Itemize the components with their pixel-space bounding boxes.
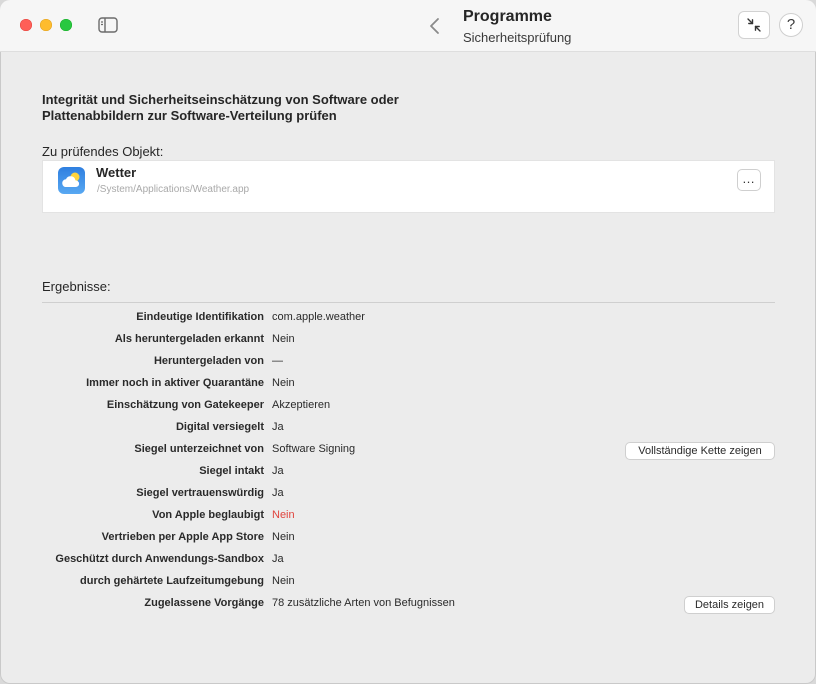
help-button[interactable]: ? xyxy=(779,13,803,37)
result-label: Siegel vertrauenswürdig xyxy=(136,487,264,499)
object-label: Zu prüfendes Objekt: xyxy=(42,144,164,159)
result-value: Nein xyxy=(272,333,295,345)
result-row: Heruntergeladen von — xyxy=(0,351,816,373)
result-row: Eindeutige Identifikation com.apple.weath… xyxy=(0,307,816,329)
result-label: Digital versiegelt xyxy=(175,421,264,433)
window-title: Programme xyxy=(463,8,552,25)
window-subtitle: Sicherheitsprüfung xyxy=(463,30,572,45)
result-label: durch gehärtete Laufzeitumgebung xyxy=(80,575,264,587)
result-label: Von Apple beglaubigt xyxy=(152,509,264,521)
result-row: durch gehärtete Laufzeitumgebung Nein xyxy=(0,571,816,593)
result-value: com.apple.weather xyxy=(272,311,365,323)
zoom-window-button[interactable] xyxy=(60,19,72,31)
result-label: Siegel unterzeichnet von xyxy=(134,443,264,455)
result-value: Ja xyxy=(272,465,284,477)
result-value: Nein xyxy=(272,575,295,587)
result-label: Vertrieben per Apple App Store xyxy=(101,531,264,543)
collapse-button[interactable] xyxy=(738,11,770,39)
result-value: Nein xyxy=(272,377,295,389)
result-label: Einschätzung von Gatekeeper xyxy=(106,399,264,411)
show-full-chain-button[interactable]: Vollständige Kette zeigen xyxy=(625,442,775,460)
result-row: Zugelassene Vorgänge 78 zusätzliche Arten… xyxy=(0,593,816,615)
result-label: Eindeutige Identifikation xyxy=(136,311,264,323)
titlebar: Programme Sicherheitsprüfung ? xyxy=(0,0,816,52)
result-label: Heruntergeladen von xyxy=(153,355,264,367)
show-details-button[interactable]: Details zeigen xyxy=(684,596,775,614)
result-row: Digital versiegelt Ja xyxy=(0,417,816,439)
collapse-arrows-icon xyxy=(747,18,761,32)
result-row: Von Apple beglaubigt Nein xyxy=(0,505,816,527)
back-chevron-icon[interactable] xyxy=(428,16,442,36)
result-value: Ja xyxy=(272,487,284,499)
result-value: Ja xyxy=(272,553,284,565)
result-row: Siegel vertrauenswürdig Ja xyxy=(0,483,816,505)
result-row: Als heruntergeladen erkannt Nein xyxy=(0,329,816,351)
result-value: — xyxy=(272,355,283,367)
result-label: Siegel intakt xyxy=(199,465,264,477)
object-field[interactable]: Wetter /System/Applications/Weather.app … xyxy=(42,160,775,213)
result-row: Immer noch in aktiver Quarantäne Nein xyxy=(0,373,816,395)
more-options-button[interactable]: … xyxy=(737,169,761,191)
close-window-button[interactable] xyxy=(20,19,32,31)
result-row: Geschützt durch Anwendungs-Sandbox Ja xyxy=(0,549,816,571)
result-label: Als heruntergeladen erkannt xyxy=(114,333,264,345)
result-row: Siegel intakt Ja xyxy=(0,461,816,483)
result-value: Nein xyxy=(272,531,295,543)
object-path: /System/Applications/Weather.app xyxy=(97,184,250,195)
result-label: Immer noch in aktiver Quarantäne xyxy=(86,377,264,389)
object-name: Wetter xyxy=(96,165,137,180)
result-row: Einschätzung von Gatekeeper Akzeptieren xyxy=(0,395,816,417)
results-divider xyxy=(42,302,775,303)
result-label: Geschützt durch Anwendungs-Sandbox xyxy=(55,553,264,565)
results-label: Ergebnisse: xyxy=(42,279,111,294)
result-value: Ja xyxy=(272,421,284,433)
result-value: Software Signing xyxy=(272,443,356,455)
result-row: Siegel unterzeichnet von Software Signing… xyxy=(0,439,816,461)
minimize-window-button[interactable] xyxy=(40,19,52,31)
result-value: Nein xyxy=(272,509,295,521)
weather-app-icon xyxy=(58,167,85,194)
result-value: Akzeptieren xyxy=(272,399,331,411)
app-window: Programme Sicherheitsprüfung ? Integritä… xyxy=(0,0,816,684)
result-row: Vertrieben per Apple App Store Nein xyxy=(0,527,816,549)
page-heading: Integrität und Sicherheitseinschätzung v… xyxy=(42,92,399,123)
result-label: Zugelassene Vorgänge xyxy=(144,597,264,609)
sidebar-toggle-icon[interactable] xyxy=(98,17,118,33)
result-value: 78 zusätzliche Arten von Befugnissen xyxy=(272,597,455,609)
